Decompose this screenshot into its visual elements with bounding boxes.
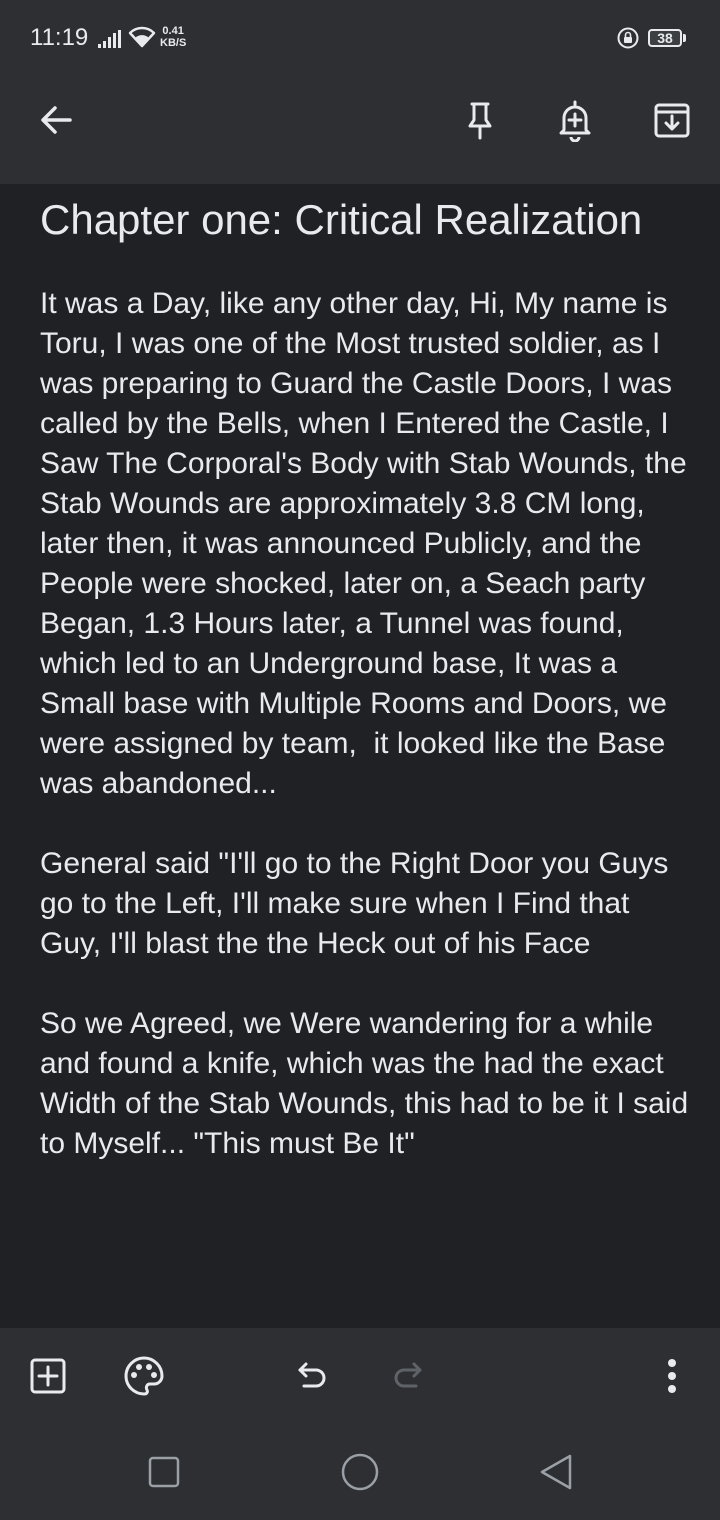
archive-icon	[654, 103, 690, 138]
palette-icon	[124, 1356, 164, 1396]
triangle-back-icon	[540, 1454, 572, 1490]
pin-icon	[468, 102, 492, 140]
redo-icon	[394, 1362, 422, 1388]
arrow-left-icon	[41, 106, 72, 134]
status-time: 11:19	[30, 24, 89, 51]
square-icon	[148, 1456, 180, 1488]
status-bar: 11:19 0.41 KB/S 38	[0, 0, 720, 76]
undo-button[interactable]	[288, 1352, 336, 1400]
note-title[interactable]: Chapter one: Critical Realization	[40, 196, 690, 244]
net-speed: 0.41 KB/S	[160, 25, 186, 49]
redo-button[interactable]	[384, 1352, 432, 1400]
add-button[interactable]	[24, 1352, 72, 1400]
home-button[interactable]	[336, 1448, 384, 1496]
undo-icon	[298, 1362, 326, 1388]
recents-button[interactable]	[140, 1448, 188, 1496]
pin-button[interactable]	[456, 96, 504, 144]
more-options-button[interactable]	[648, 1352, 696, 1400]
color-palette-button[interactable]	[120, 1352, 168, 1400]
net-speed-value: 0.41	[162, 25, 184, 37]
wifi-icon	[128, 26, 156, 48]
back-button[interactable]	[32, 96, 80, 144]
note-body[interactable]: It was a Day, like any other day, Hi, My…	[40, 284, 690, 1164]
battery-tip	[683, 34, 686, 42]
battery-indicator: 38	[648, 29, 682, 47]
reminder-button[interactable]	[551, 96, 599, 144]
bell-plus-icon	[559, 100, 591, 142]
system-nav-bar	[0, 1424, 720, 1520]
bottom-toolbar	[0, 1328, 720, 1424]
more-vert-icon	[668, 1359, 676, 1393]
note-editor[interactable]: Chapter one: Critical Realization It was…	[0, 184, 720, 1328]
app-bar	[0, 76, 720, 184]
archive-button[interactable]	[648, 96, 696, 144]
signal-icon	[98, 30, 121, 48]
net-speed-unit: KB/S	[160, 37, 187, 49]
system-back-button[interactable]	[532, 1448, 580, 1496]
circle-icon	[341, 1453, 379, 1491]
add-box-icon	[30, 1358, 66, 1394]
lock-rotation-icon	[617, 27, 639, 49]
